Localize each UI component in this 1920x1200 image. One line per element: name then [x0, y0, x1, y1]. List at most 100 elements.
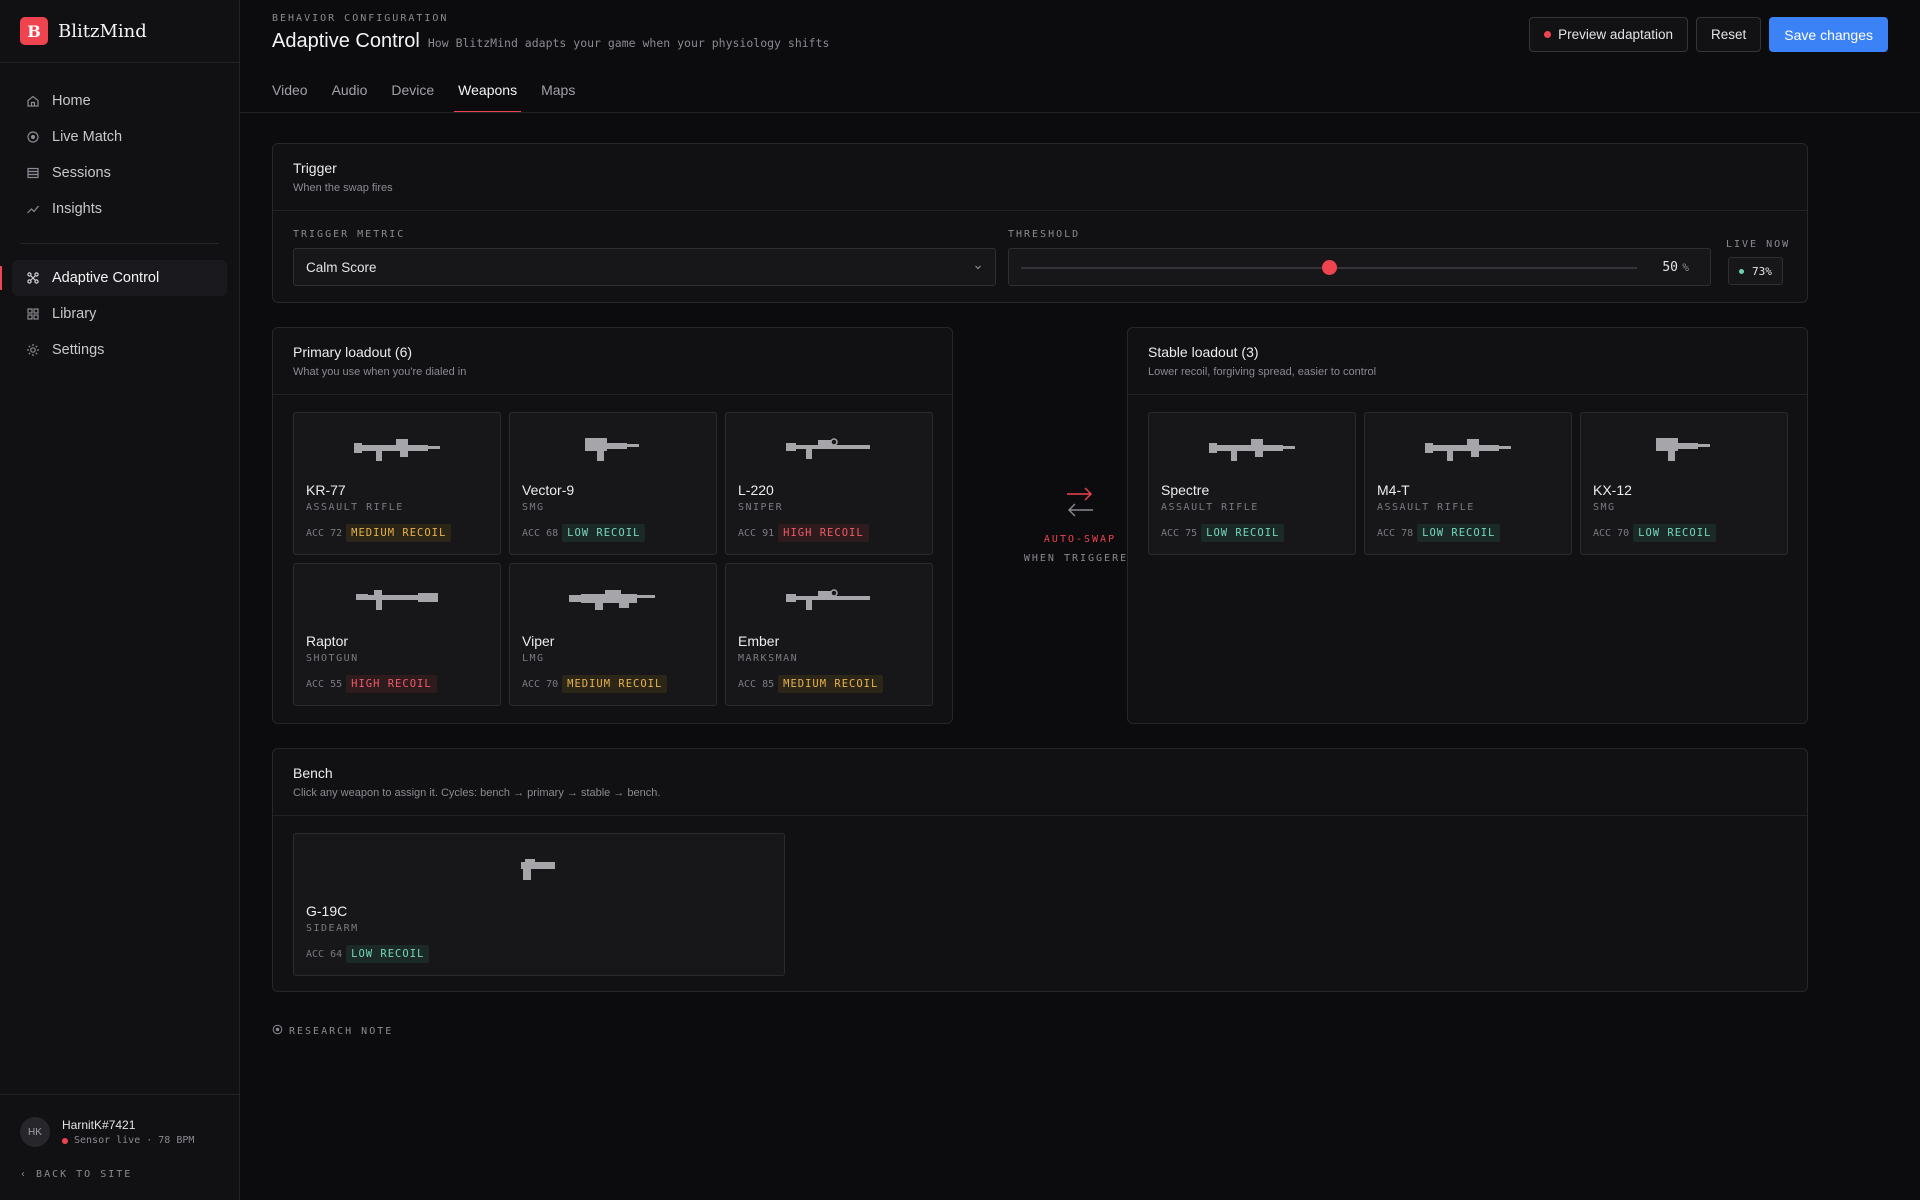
chevron-down-icon [973, 260, 983, 275]
tab-weapons[interactable]: Weapons [454, 82, 521, 113]
status-dot-icon [62, 1137, 68, 1144]
accuracy-value: ACC 70 [522, 678, 559, 690]
weapon-stats: ACC 72 MEDIUM RECOIL [306, 524, 452, 542]
page-eyebrow: BEHAVIOR CONFIGURATION [272, 13, 449, 24]
page-title: Adaptive Control [272, 30, 420, 52]
weapon-type: ASSAULT RIFLE [1377, 502, 1475, 513]
sidebar-item-label: Live Match [52, 129, 123, 145]
research-note-label: RESEARCH NOTE [289, 1025, 394, 1037]
trigger-subtitle: When the swap fires [293, 182, 393, 194]
sidebar-item-label: Library [52, 306, 97, 322]
sidebar-item-home[interactable]: Home [12, 83, 227, 119]
accuracy-value: ACC 75 [1161, 527, 1198, 539]
sidebar-item-label: Adaptive Control [52, 270, 160, 286]
nav-divider [20, 243, 219, 244]
weapon-card-ember[interactable]: Ember MARKSMAN ACC 85 MEDIUM RECOIL [725, 563, 933, 706]
reset-button[interactable]: Reset [1695, 17, 1762, 52]
weapon-stats: ACC 55 HIGH RECOIL [306, 675, 437, 693]
weapon-name: Spectre [1161, 482, 1210, 498]
swap-arrows-icon [1065, 487, 1095, 522]
tab-maps[interactable]: Maps [541, 82, 575, 113]
trigger-metric-select[interactable]: Calm Score [293, 248, 996, 286]
weapon-name: G-19C [306, 903, 348, 919]
gear-icon [26, 343, 40, 357]
back-to-site-link[interactable]: ‹ BACK TO SITE [20, 1169, 220, 1180]
sidebar-item-insights[interactable]: Insights [12, 191, 227, 227]
shotgun-icon [294, 586, 500, 614]
sidebar-item-label: Insights [52, 201, 102, 217]
brand[interactable]: B BlitzMind [0, 0, 239, 63]
bench-panel: Bench Click any weapon to assign it. Cyc… [272, 748, 1808, 992]
record-dot-icon [1544, 31, 1552, 38]
slider-thumb[interactable] [1322, 260, 1337, 275]
weapon-card-l-220[interactable]: L-220 SNIPER ACC 91 HIGH RECOIL [725, 412, 933, 555]
chevron-left-icon: ‹ [20, 1169, 37, 1180]
weapon-card-viper[interactable]: Viper LMG ACC 70 MEDIUM RECOIL [509, 563, 717, 706]
home-icon [26, 94, 40, 108]
trigger-title: Trigger [293, 160, 337, 176]
accuracy-value: ACC 70 [1593, 527, 1630, 539]
page-header: BEHAVIOR CONFIGURATION Adaptive Control … [272, 13, 829, 53]
threshold-slider[interactable]: 50 % [1008, 248, 1711, 286]
tab-video[interactable]: Video [272, 82, 308, 113]
trend-icon [26, 202, 40, 216]
weapon-name: Vector-9 [522, 482, 575, 498]
user-panel: HK HarnitK#7421 Sensor live · 78 BPM ‹ B… [0, 1094, 240, 1200]
weapon-name: KR-77 [306, 482, 346, 498]
stable-subtitle: Lower recoil, forgiving spread, easier t… [1148, 366, 1377, 378]
weapon-stats: ACC 91 HIGH RECOIL [738, 524, 869, 542]
accuracy-value: ACC 72 [306, 527, 343, 539]
weapon-card-m4-t[interactable]: M4-T ASSAULT RIFLE ACC 78 LOW RECOIL [1364, 412, 1572, 555]
accuracy-value: ACC 85 [738, 678, 775, 690]
trigger-metric-label: TRIGGER METRIC [293, 229, 406, 240]
grid-icon [26, 307, 40, 321]
sidebar-item-label: Settings [52, 342, 105, 358]
sidebar-item-settings[interactable]: Settings [12, 332, 227, 368]
smg-icon [1581, 435, 1787, 463]
sensor-status-text: Sensor live · 78 BPM [74, 1135, 195, 1146]
avatar[interactable]: HK [20, 1117, 50, 1147]
weapon-stats: ACC 70 MEDIUM RECOIL [522, 675, 668, 693]
assault-rifle-icon [1365, 435, 1571, 463]
recoil-badge: LOW RECOIL [1201, 524, 1285, 542]
weapon-card-spectre[interactable]: Spectre ASSAULT RIFLE ACC 75 LOW RECOIL [1148, 412, 1356, 555]
save-button[interactable]: Save changes [1769, 17, 1888, 52]
preview-label: Preview adaptation [1558, 27, 1673, 42]
research-note-link[interactable]: RESEARCH NOTE [272, 1024, 393, 1038]
tab-device[interactable]: Device [391, 82, 434, 113]
sidebar-item-sessions[interactable]: Sessions [12, 155, 227, 191]
trigger-panel: Trigger When the swap fires TRIGGER METR… [272, 143, 1808, 303]
preview-adaptation-button[interactable]: Preview adaptation [1529, 17, 1688, 52]
sidebar-item-live-match[interactable]: Live Match [12, 119, 227, 155]
weapon-stats: ACC 64 LOW RECOIL [306, 945, 430, 963]
weapon-type: ASSAULT RIFLE [1161, 502, 1259, 513]
recoil-badge: LOW RECOIL [1417, 524, 1501, 542]
sidebar-item-label: Home [52, 93, 91, 109]
layers-icon [26, 166, 40, 180]
weapon-card-kr-77[interactable]: KR-77 ASSAULT RIFLE ACC 72 MEDIUM RECOIL [293, 412, 501, 555]
recoil-badge: HIGH RECOIL [778, 524, 869, 542]
settings-tabs: Video Audio Device Weapons Maps [272, 82, 599, 113]
weapon-name: Raptor [306, 633, 349, 649]
weapon-card-vector-9[interactable]: Vector-9 SMG ACC 68 LOW RECOIL [509, 412, 717, 555]
weapon-card-kx-12[interactable]: KX-12 SMG ACC 70 LOW RECOIL [1580, 412, 1788, 555]
weapon-card-raptor[interactable]: Raptor SHOTGUN ACC 55 HIGH RECOIL [293, 563, 501, 706]
recoil-badge: MEDIUM RECOIL [562, 675, 668, 693]
weapon-type: ASSAULT RIFLE [306, 502, 404, 513]
weapon-stats: ACC 85 MEDIUM RECOIL [738, 675, 884, 693]
header-divider [240, 112, 1920, 113]
weapon-name: KX-12 [1593, 482, 1632, 498]
weapon-card-g-19c[interactable]: G-19C SIDEARM ACC 64 LOW RECOIL [293, 833, 785, 976]
recoil-badge: LOW RECOIL [562, 524, 646, 542]
sidebar-item-adaptive-control[interactable]: Adaptive Control [0, 260, 227, 296]
assault-rifle-icon [294, 435, 500, 463]
recoil-badge: LOW RECOIL [1633, 524, 1717, 542]
sidebar-item-library[interactable]: Library [12, 296, 227, 332]
tab-audio[interactable]: Audio [332, 82, 368, 113]
weapon-stats: ACC 68 LOW RECOIL [522, 524, 646, 542]
smg-icon [510, 435, 716, 463]
target-icon [26, 130, 40, 144]
sensor-status: Sensor live · 78 BPM [62, 1135, 194, 1146]
accuracy-value: ACC 68 [522, 527, 559, 539]
back-label: BACK TO SITE [36, 1169, 133, 1180]
